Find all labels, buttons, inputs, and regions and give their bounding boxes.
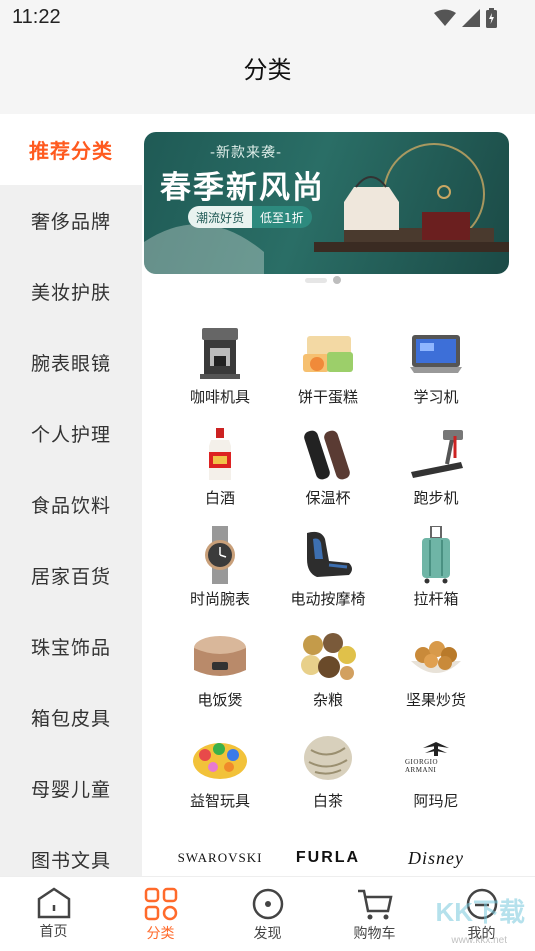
banner-tag: 潮流好货 低至1折	[188, 206, 312, 228]
subcategory-armani[interactable]: GIORGIO ARMANI 阿玛尼	[382, 728, 490, 811]
furla-logo: FURLA	[295, 849, 361, 866]
discover-icon	[252, 888, 283, 920]
header: 分类	[0, 36, 535, 102]
armani-logo: GIORGIO ARMANI	[405, 728, 467, 786]
subcategory-thermos[interactable]: 保温杯	[274, 425, 382, 508]
nuts-icon	[405, 627, 467, 685]
massage-chair-icon	[297, 526, 359, 584]
coffee-machine-icon	[189, 324, 251, 382]
page-title: 分类	[243, 56, 292, 84]
sidebar-item-personal-care[interactable]: 个人护理	[0, 398, 142, 469]
battery-icon	[486, 8, 497, 28]
brand-furla[interactable]: FURLA	[274, 829, 382, 876]
category-content: -新款来袭- 春季新风尚 潮流好货 低至1折 咖啡机具 饼干蛋糕 学习机 白酒 …	[142, 114, 535, 876]
tab-label: 购物车	[353, 926, 396, 942]
rice-cooker-icon	[189, 627, 251, 685]
category-icon	[144, 887, 177, 921]
subcategory-grid: 咖啡机具 饼干蛋糕 学习机 白酒 保温杯 跑步机 时尚腕表 电动按摩椅 拉杆箱 …	[166, 324, 496, 876]
subcategory-label: 饼干蛋糕	[297, 388, 358, 406]
subcategory-biscuit[interactable]: 饼干蛋糕	[274, 324, 382, 407]
sidebar-item-home[interactable]: 居家百货	[0, 540, 142, 611]
sidebar-item-books[interactable]: 图书文具	[0, 824, 142, 876]
sidebar-item-watches[interactable]: 腕表眼镜	[0, 327, 142, 398]
sidebar-item-food[interactable]: 食品饮料	[0, 469, 142, 540]
pagination-dot-active	[305, 277, 327, 283]
subcategory-liquor[interactable]: 白酒	[166, 425, 274, 508]
tab-category[interactable]: 分类	[107, 877, 214, 951]
subcategory-learning-device[interactable]: 学习机	[382, 324, 490, 407]
tab-label: 发现	[253, 926, 282, 942]
thermos-icon	[297, 425, 359, 483]
grains-icon	[297, 627, 359, 685]
subcategory-coffee[interactable]: 咖啡机具	[166, 324, 274, 407]
banner-pagination	[305, 276, 341, 284]
subcategory-card: 咖啡机具 饼干蛋糕 学习机 白酒 保温杯 跑步机 时尚腕表 电动按摩椅 拉杆箱 …	[144, 294, 509, 876]
subcategory-label: 白茶	[312, 792, 343, 810]
pagination-dot	[333, 276, 341, 284]
subcategory-label: 拉杆箱	[413, 590, 459, 608]
cart-icon	[357, 889, 393, 920]
subcategory-watch[interactable]: 时尚腕表	[166, 526, 274, 609]
brand-disney[interactable]: Disney	[382, 829, 490, 876]
swarovski-logo: SWAROVSKI	[177, 850, 263, 865]
subcategory-label: 咖啡机具	[189, 388, 250, 406]
sidebar-item-bags[interactable]: 箱包皮具	[0, 682, 142, 753]
subcategory-label: 坚果炒货	[405, 691, 466, 709]
sidebar-item-jewelry[interactable]: 珠宝饰品	[0, 611, 142, 682]
banner-title: 春季新风尚	[160, 170, 325, 206]
subcategory-label: 跑步机	[413, 489, 459, 507]
suitcase-icon	[405, 526, 467, 584]
subcategory-white-tea[interactable]: 白茶	[274, 728, 382, 811]
subcategory-label: 电动按摩椅	[290, 590, 366, 608]
subcategory-label: 时尚腕表	[189, 590, 250, 608]
sidebar-item-beauty[interactable]: 美妆护肤	[0, 256, 142, 327]
subcategory-label: 阿玛尼	[413, 792, 459, 810]
toy-icon	[189, 728, 251, 786]
watermark: KK下载	[435, 897, 525, 927]
sidebar-item-baby[interactable]: 母婴儿童	[0, 753, 142, 824]
status-bar: 11:22	[0, 0, 535, 36]
treadmill-icon	[405, 425, 467, 483]
subcategory-grains[interactable]: 杂粮	[274, 627, 382, 710]
subcategory-label: 杂粮	[312, 691, 343, 709]
wristwatch-icon	[189, 526, 251, 584]
subcategory-label: 学习机	[413, 388, 459, 406]
subcategory-suitcase[interactable]: 拉杆箱	[382, 526, 490, 609]
banner-tag-left: 潮流好货	[188, 206, 253, 228]
promo-banner[interactable]: -新款来袭- 春季新风尚 潮流好货 低至1折	[144, 132, 509, 274]
tab-discover[interactable]: 发现	[214, 877, 321, 951]
subcategory-nuts[interactable]: 坚果炒货	[382, 627, 490, 710]
subcategory-treadmill[interactable]: 跑步机	[382, 425, 490, 508]
banner-subtitle: -新款来袭-	[210, 145, 283, 161]
watermark-url: www.kkx.net	[451, 935, 507, 946]
sidebar-item-luxury[interactable]: 奢侈品牌	[0, 185, 142, 256]
home-icon	[37, 887, 70, 919]
subcategory-label: 保温杯	[305, 489, 351, 507]
status-icons	[434, 8, 497, 28]
tab-cart[interactable]: 购物车	[321, 877, 428, 951]
subcategory-label: 益智玩具	[189, 792, 250, 810]
tablet-icon	[405, 324, 467, 382]
tab-label: 首页	[39, 924, 68, 940]
disney-logo: Disney	[408, 847, 464, 868]
subcategory-massage-chair[interactable]: 电动按摩椅	[274, 526, 382, 609]
tab-home[interactable]: 首页	[0, 877, 107, 951]
subcategory-label: 白酒	[204, 489, 235, 507]
subcategory-rice-cooker[interactable]: 电饭煲	[166, 627, 274, 710]
status-time: 11:22	[12, 6, 61, 28]
subcategory-label: 电饭煲	[197, 691, 243, 709]
wifi-icon	[434, 9, 456, 26]
subcategory-educational-toys[interactable]: 益智玩具	[166, 728, 274, 811]
biscuit-cake-icon	[297, 324, 359, 382]
armani-logo-text: GIORGIO ARMANI	[405, 758, 439, 774]
tab-label: 分类	[146, 926, 175, 942]
sidebar-item-recommended[interactable]: 推荐分类	[0, 114, 142, 185]
liquor-bottle-icon	[189, 425, 251, 483]
category-sidebar: 推荐分类 奢侈品牌 美妆护肤 腕表眼镜 个人护理 食品饮料 居家百货 珠宝饰品 …	[0, 114, 142, 876]
signal-icon	[462, 9, 480, 27]
banner-tag-right: 低至1折	[252, 206, 312, 228]
brand-swarovski[interactable]: SWAROVSKI	[166, 829, 274, 876]
tea-icon	[297, 728, 359, 786]
